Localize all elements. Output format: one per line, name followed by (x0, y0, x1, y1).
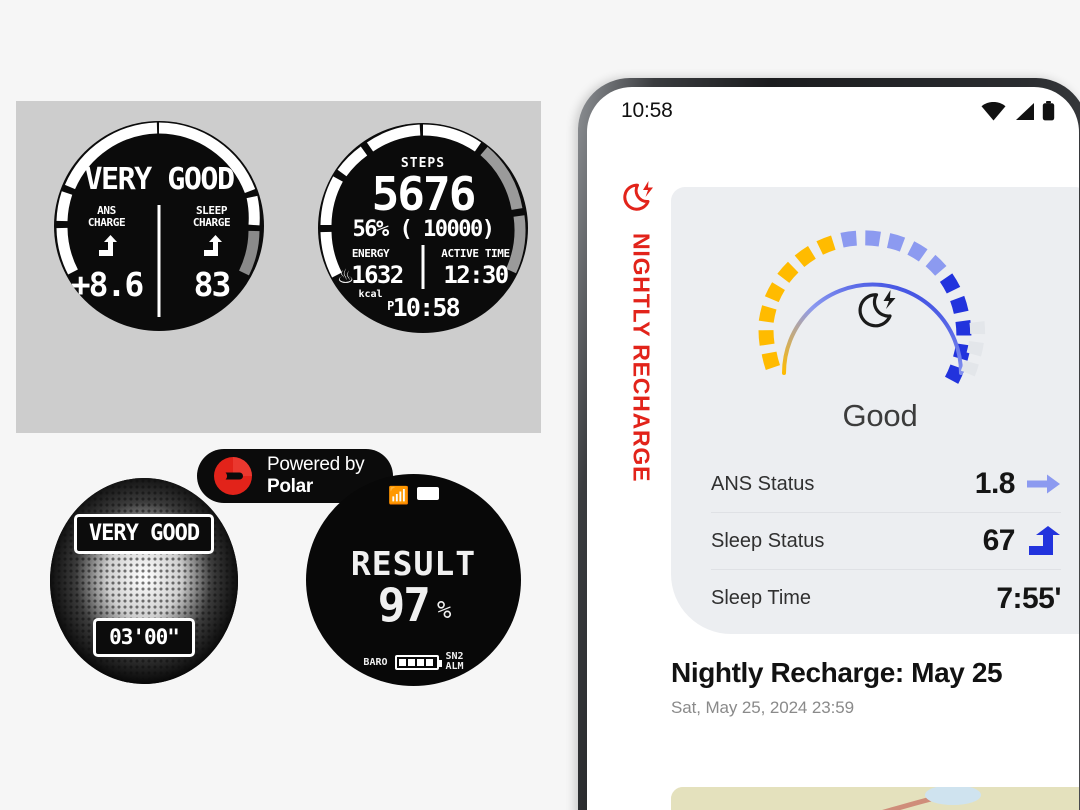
stat-row-ans-status[interactable]: ANS Status 1.8 (711, 456, 1061, 513)
steps-value: 5676 (371, 167, 477, 221)
stat-row-sleep-status[interactable]: Sleep Status 67 (711, 513, 1061, 570)
watch-faces-card: VERY GOOD ANS CHARGE +8.6 SLEEP CHARGE 8… (16, 101, 541, 503)
polar-prefix: Powered by (267, 454, 365, 475)
stat-row-sleep-time[interactable]: Sleep Time 7:55' (711, 570, 1061, 627)
arrow-right-icon (1027, 474, 1060, 494)
stat-label: Sleep Status (711, 529, 825, 552)
moon-bolt-icon (623, 181, 653, 211)
map-route-icon (671, 787, 1079, 810)
wifi-icon (981, 101, 1006, 120)
result-unit: % (436, 596, 452, 624)
active-time-label: ACTIVE TIME (441, 247, 510, 260)
stat-value: 67 (982, 524, 1016, 557)
nightly-recharge-card[interactable]: Good ANS Status 1.8 Sleep Status 67 Slee… (671, 187, 1079, 634)
sleep-label-line2: CHARGE (192, 215, 231, 229)
result-footer-alm: ALM (445, 661, 464, 672)
stat-value: 1.8 (974, 467, 1016, 500)
bluetooth-icon: 📶 (388, 486, 410, 505)
training-map-card[interactable] (671, 787, 1079, 810)
active-time-value: 12:30 (443, 261, 509, 289)
arrow-up-right-icon (203, 235, 222, 257)
moon-bolt-icon (858, 290, 896, 328)
result-top-icons: 📶 (306, 486, 521, 506)
energy-label: ENERGY (351, 247, 390, 260)
stat-label: ANS Status (711, 472, 815, 495)
sleep-charge-value: 83 (193, 265, 232, 305)
status-bar: 10:58 (587, 87, 1079, 131)
flame-icon: ♨ (338, 261, 352, 289)
energy-value: 1632 (351, 261, 404, 289)
recovery-ans-column: ANS CHARGE +8.6 (54, 205, 159, 304)
screenshot-root: VERY GOOD ANS CHARGE +8.6 SLEEP CHARGE 8… (0, 0, 1080, 810)
recharge-stats: ANS Status 1.8 Sleep Status 67 Sleep Tim… (671, 456, 1079, 627)
watch-face-activity: STEPS 5676 56% ( 10000) ENERGY ♨1632 kca… (318, 123, 528, 333)
recharge-status: Good (842, 398, 918, 433)
ans-label-line2: CHARGE (87, 215, 126, 229)
status-bar-time: 10:58 (621, 99, 673, 122)
message-icon (416, 487, 439, 500)
left-promo-panel: VERY GOOD ANS CHARGE +8.6 SLEEP CHARGE 8… (0, 0, 578, 810)
arrow-up-right-icon (1029, 526, 1060, 555)
battery-full-icon (1042, 101, 1055, 121)
entry-heading-block: Nightly Recharge: May 25 Sat, May 25, 20… (671, 657, 1079, 718)
section-rail: NIGHTLY RECHARGE (613, 179, 669, 482)
ans-charge-value: +8.6 (70, 265, 144, 305)
entry-title: Nightly Recharge: May 25 (671, 657, 1003, 688)
phone-mockup: 10:58 NIGHTLY RECHARGE Good ANS Status 1… (578, 78, 1080, 810)
breathing-status: VERY GOOD (74, 514, 214, 554)
breathing-timer: 03'00" (93, 618, 195, 657)
steps-percent: 56% ( 10000) (352, 217, 495, 242)
arrow-up-right-icon (98, 235, 117, 257)
recovery-sleep-column: SLEEP CHARGE 83 (159, 205, 264, 304)
result-footer-baro: BARO (363, 656, 388, 668)
stat-value: 7:55' (996, 581, 1061, 615)
watch-face-recovery: VERY GOOD ANS CHARGE +8.6 SLEEP CHARGE 8… (54, 121, 264, 331)
section-rail-label: NIGHTLY RECHARGE (628, 233, 655, 483)
stat-label: Sleep Time (711, 587, 812, 609)
clock-value: 10:58 (392, 293, 461, 322)
watch-face-result: 📶 RESULT 97% BARO SN2 ALM (306, 474, 521, 686)
watch-face-breathing: VERY GOOD 03'00" (50, 478, 238, 684)
gauge (671, 187, 1079, 402)
battery-icon (394, 654, 442, 670)
recovery-title: VERY GOOD (84, 162, 235, 197)
entry-subtitle: Sat, May 25, 2024 23:59 (671, 698, 854, 717)
phone-screen: 10:58 NIGHTLY RECHARGE Good ANS Status 1… (587, 87, 1079, 810)
result-value: 97 (377, 578, 431, 632)
signal-icon (1016, 102, 1034, 120)
result-footer: BARO SN2 ALM (306, 652, 521, 672)
